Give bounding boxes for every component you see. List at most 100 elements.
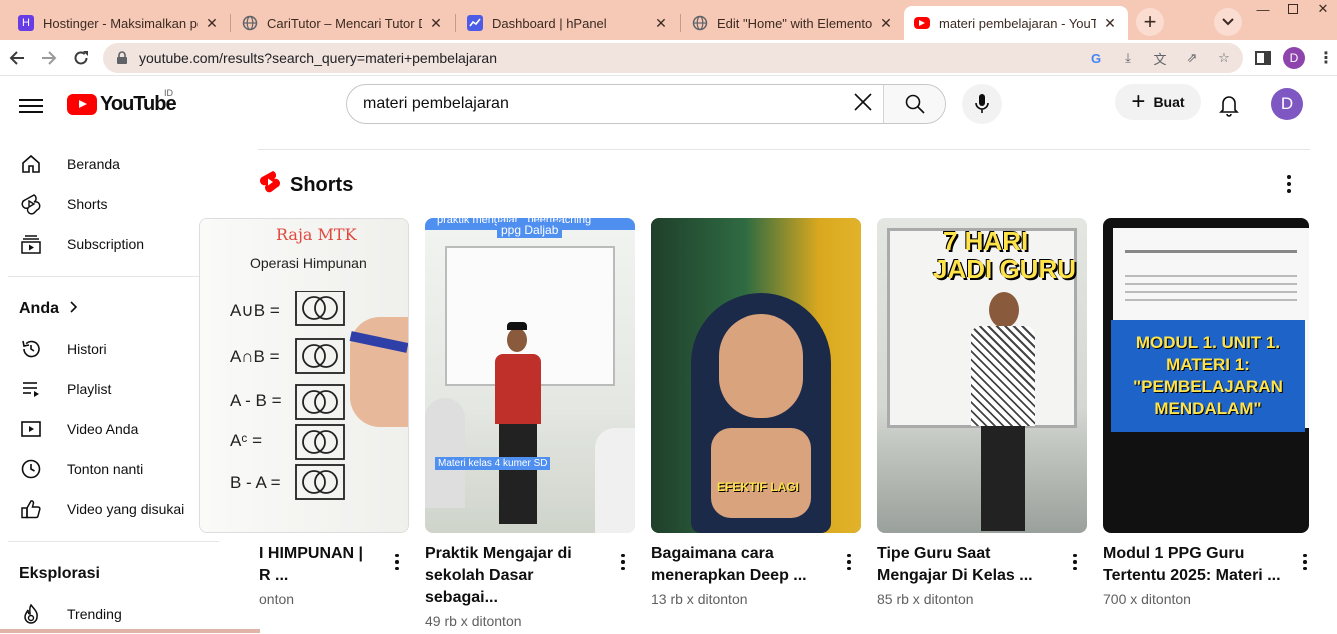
tab-search-button[interactable] (1214, 8, 1242, 36)
google-icon[interactable]: G (1087, 49, 1105, 67)
browser-tab-bar: H Hostinger - Maksimalkan pote ✕ CariTut… (0, 0, 1337, 40)
close-tab-icon[interactable]: ✕ (653, 15, 669, 32)
share-icon[interactable]: ⇗ (1183, 49, 1201, 67)
person-head (989, 292, 1019, 328)
bookmark-star-icon[interactable]: ☆ (1215, 49, 1233, 67)
short-views: 85 rb x ditonton (877, 591, 974, 607)
short-thumbnail[interactable]: praktik mengajar_ peerteaching ppg Dalja… (425, 218, 635, 533)
browser-tab-elementor[interactable]: Edit "Home" with Elementor ✕ (682, 6, 904, 40)
reload-icon[interactable] (67, 44, 95, 72)
back-icon[interactable] (3, 44, 31, 72)
trending-icon (19, 602, 43, 626)
short-thumbnail[interactable]: EFEKTIF LAGI (651, 218, 861, 533)
browser-tab-hostinger[interactable]: H Hostinger - Maksimalkan pote ✕ (8, 6, 230, 40)
search-button[interactable] (883, 85, 945, 123)
your-videos-icon (19, 417, 43, 441)
horizontal-scrollbar[interactable] (0, 629, 260, 633)
short-title[interactable]: Bagaimana cara menerapkan Deep ... (651, 543, 831, 587)
sidebar-section-anda[interactable]: Anda (0, 289, 220, 329)
menu-hamburger-icon[interactable] (19, 95, 43, 115)
chevron-right-icon (69, 300, 79, 318)
search-icon (905, 94, 925, 114)
short-title[interactable]: Modul 1 PPG Guru Tertentu 2025: Materi .… (1103, 543, 1283, 587)
new-tab-button[interactable]: + (1136, 8, 1164, 36)
sidebar-item-label: Trending (67, 606, 122, 622)
browser-tab-youtube[interactable]: materi pembelajaran - YouTub ✕ (904, 6, 1128, 40)
short-title[interactable]: I HIMPUNAN | R ... (259, 543, 389, 587)
sidebar-item-video-anda[interactable]: Video Anda (0, 409, 220, 449)
sidebar-divider (8, 541, 219, 542)
browser-menu-icon[interactable]: ⋮ (1314, 46, 1337, 70)
short-more-options-icon[interactable] (391, 552, 403, 572)
voice-search-button[interactable] (962, 84, 1002, 124)
hands-shape (711, 428, 811, 518)
short-thumbnail[interactable]: MODUL 1. UNIT 1. MATERI 1: "PEMBELAJARAN… (1103, 218, 1309, 533)
search-input[interactable]: materi pembelajaran (347, 95, 843, 113)
short-title[interactable]: Tipe Guru Saat Mengajar Di Kelas ... (877, 543, 1057, 587)
short-more-options-icon[interactable] (1069, 552, 1081, 572)
create-button[interactable]: + Buat (1115, 84, 1201, 120)
install-icon[interactable]: ⤓ (1119, 49, 1137, 67)
sidebar-item-playlist[interactable]: Playlist (0, 369, 220, 409)
sidebar-item-label: Tonton nanti (67, 461, 144, 477)
close-tab-icon[interactable]: ✕ (1102, 15, 1118, 32)
browser-tab-hpanel[interactable]: Dashboard | hPanel ✕ (457, 6, 679, 40)
short-thumbnail[interactable]: 7 HARI JADI GURU (877, 218, 1087, 533)
subscriptions-icon (19, 232, 43, 256)
liked-icon (19, 497, 43, 521)
translate-icon[interactable]: 文 (1151, 49, 1169, 67)
short-title[interactable]: Praktik Mengajar di sekolah Dasar sebaga… (425, 543, 605, 609)
close-tab-icon[interactable]: ✕ (428, 15, 444, 32)
sidebar-item-shorts[interactable]: Shorts (0, 184, 220, 224)
globe-favicon-icon (242, 15, 258, 31)
address-bar[interactable]: youtube.com/results?search_query=materi+… (103, 43, 1243, 73)
globe-favicon-icon (692, 15, 708, 31)
short-card[interactable]: EFEKTIF LAGI Bagaimana cara menerapkan D… (651, 218, 861, 607)
thumb-text: MENDALAM" (1154, 399, 1262, 418)
minimize-icon[interactable]: — (1248, 0, 1278, 18)
thumb-text: A∩B = (230, 347, 280, 366)
account-avatar[interactable]: D (1271, 88, 1303, 120)
watch-later-icon (19, 457, 43, 481)
sidebar-item-tonton-nanti[interactable]: Tonton nanti (0, 449, 220, 489)
close-tab-icon[interactable]: ✕ (204, 15, 220, 32)
forward-icon[interactable] (35, 44, 63, 72)
shelf-more-options-icon[interactable] (1278, 172, 1300, 196)
close-tab-icon[interactable]: ✕ (878, 15, 894, 32)
sidebar-divider (8, 276, 219, 277)
youtube-logo[interactable]: YouTube ID (67, 88, 177, 116)
short-card[interactable]: 7 HARI JADI GURU Tipe Guru Saat Mengajar… (877, 218, 1087, 607)
short-more-options-icon[interactable] (1299, 552, 1311, 572)
sidebar-item-histori[interactable]: Histori (0, 329, 220, 369)
thumb-text: "PEMBELAJARAN (1133, 377, 1283, 396)
sidebar-item-label: Shorts (67, 196, 108, 212)
youtube-header: YouTube ID materi pembelajaran + Buat D (0, 77, 1337, 133)
country-code: ID (164, 88, 173, 98)
search-box: materi pembelajaran (346, 84, 946, 124)
sidebar-item-beranda[interactable]: Beranda (0, 144, 220, 184)
sidebar-item-video-disukai[interactable]: Video yang disukai (0, 489, 220, 529)
browser-profile-avatar[interactable]: D (1283, 47, 1305, 69)
short-views: 49 rb x ditonton (425, 613, 522, 629)
maximize-icon[interactable] (1278, 0, 1308, 18)
short-card[interactable]: praktik mengajar_ peerteaching ppg Dalja… (425, 218, 635, 629)
short-thumbnail[interactable]: Raja MTK Operasi Himpunan A∪B = A∩B = A … (199, 218, 409, 533)
sidebar-item-label: Subscription (67, 236, 145, 252)
short-more-options-icon[interactable] (617, 552, 629, 572)
title-banner: MODUL 1. UNIT 1. MATERI 1: "PEMBELAJARAN… (1111, 320, 1305, 432)
short-card[interactable]: MODUL 1. UNIT 1. MATERI 1: "PEMBELAJARAN… (1103, 218, 1309, 607)
sidebar-item-trending[interactable]: Trending (0, 594, 220, 634)
shelf-title: Shorts (290, 173, 354, 196)
side-panel-icon[interactable] (1251, 46, 1275, 70)
thumb-text: JADI GURU (933, 254, 1077, 284)
sidebar-item-subscription[interactable]: Subscription (0, 224, 220, 264)
short-more-options-icon[interactable] (843, 552, 855, 572)
browser-tab-caritutor[interactable]: CariTutor – Mencari Tutor Den ✕ (232, 6, 454, 40)
short-card[interactable]: Raja MTK Operasi Himpunan A∪B = A∩B = A … (199, 218, 409, 607)
url-text: youtube.com/results?search_query=materi+… (139, 50, 497, 66)
clear-search-icon[interactable] (843, 90, 883, 118)
close-window-icon[interactable]: ✕ (1308, 0, 1337, 18)
batik-shirt (971, 326, 1035, 426)
dark-trousers (499, 424, 537, 524)
notifications-bell-icon[interactable] (1216, 92, 1242, 118)
